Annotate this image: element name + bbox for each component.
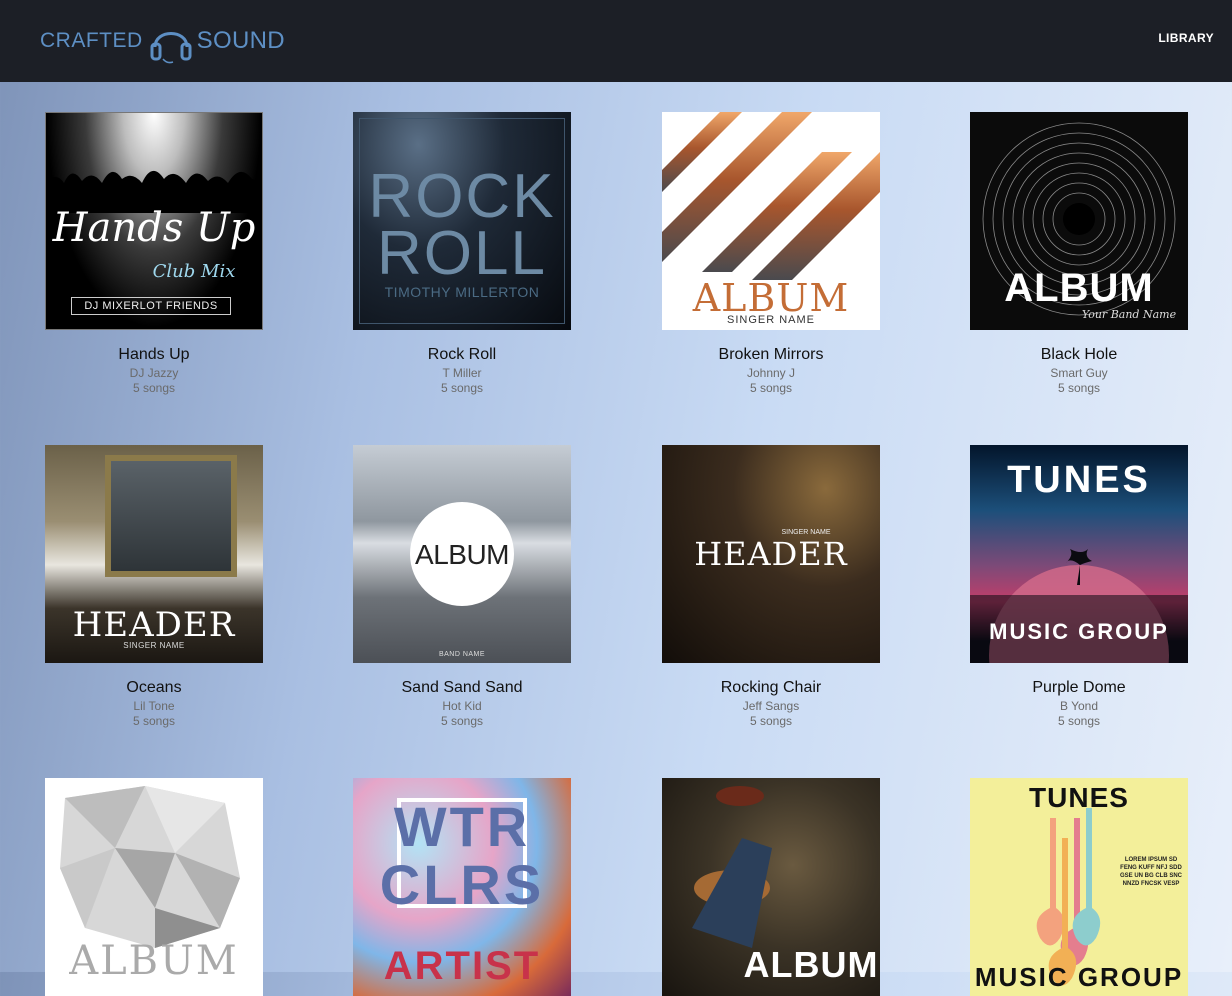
album-song-count: 5 songs <box>440 714 484 728</box>
album-song-count: 5 songs <box>132 381 176 395</box>
album-card-rock-roll[interactable]: ROCK ROLL TIMOTHY MILLERTON Rock Roll T … <box>353 112 571 396</box>
cover-text-title: ALBUM <box>69 938 239 984</box>
album-card-hands-up[interactable]: Hands Up Club Mix DJ MIXERLOT FRIENDS Ha… <box>45 112 263 396</box>
album-cover[interactable]: SINGER NAME HEADER <box>662 445 880 663</box>
album-artist: Hot Kid <box>442 699 482 713</box>
album-card-row3-3[interactable]: ALBUM <box>662 778 880 996</box>
album-song-count: 5 songs <box>1057 381 1101 395</box>
album-song-count: 5 songs <box>749 381 793 395</box>
album-artist: Lil Tone <box>133 699 175 713</box>
album-cover[interactable]: TUNES MUSIC GROUP <box>970 445 1188 663</box>
cover-text-artist: MUSIC GROUP <box>989 619 1169 644</box>
cover-text-artist: SINGER NAME <box>123 641 185 650</box>
album-card-oceans[interactable]: HEADER SINGER NAME Oceans Lil Tone 5 son… <box>45 445 263 729</box>
cover-text-title-2: CLRS <box>379 853 545 916</box>
logo-word-crafted: CRAFTED <box>40 29 143 52</box>
album-title: Rocking Chair <box>720 679 822 696</box>
cover-text-title: TUNES <box>1007 459 1151 501</box>
album-card-purple-dome[interactable]: TUNES MUSIC GROUP Purple Dome B Yond 5 s… <box>970 445 1188 729</box>
album-cover[interactable]: WTR CLRS ARTIST <box>353 778 571 996</box>
album-song-count: 5 songs <box>132 714 176 728</box>
album-title: Black Hole <box>1040 346 1118 363</box>
cover-text-artist: ARTIST <box>383 944 541 988</box>
album-cover[interactable]: ALBUM <box>45 778 263 996</box>
album-cover[interactable]: ALBUM <box>662 778 880 996</box>
app-logo[interactable]: CRAFTED SOUND <box>40 16 285 66</box>
cover-text-title: ALBUM <box>1004 266 1154 310</box>
cover-text-title-2: ROLL <box>377 219 547 288</box>
cover-text-artist: SINGER NAME <box>726 314 815 326</box>
cover-art-frame <box>105 455 237 577</box>
crowd-silhouette <box>46 171 262 213</box>
album-song-count: 5 songs <box>1057 714 1101 728</box>
album-card-black-hole[interactable]: ALBUM Your Band Name Black Hole Smart Gu… <box>970 112 1188 396</box>
cover-text-title: TUNES <box>1029 782 1129 813</box>
cover-text-title: ROCK <box>368 162 556 231</box>
album-card-rocking-chair[interactable]: SINGER NAME HEADER Rocking Chair Jeff Sa… <box>662 445 880 729</box>
cover-text-title: HEADER <box>72 605 236 645</box>
album-cover[interactable]: ALBUM Your Band Name <box>970 112 1188 330</box>
cover-text-title: HEADER <box>694 535 848 573</box>
headphones-icon <box>150 32 192 64</box>
album-artist: Jeff Sangs <box>742 699 800 713</box>
cover-text-title: Hands Up <box>52 205 256 251</box>
album-title: Purple Dome <box>1032 679 1126 696</box>
cover-text-title: ALBUM <box>743 944 879 985</box>
album-cover[interactable]: TUNES LOREM IPSUM SD FENG KUFF NFJ SDD G… <box>970 778 1188 996</box>
logo-word-sound: SOUND <box>196 27 285 54</box>
cover-text-artist: Your Band Name <box>1081 308 1177 321</box>
album-cover[interactable]: HEADER SINGER NAME <box>45 445 263 663</box>
top-navigation-bar: CRAFTED SOUND LIBRARY <box>0 0 1232 82</box>
album-title: Rock Roll <box>427 346 497 363</box>
cover-text-artist: DJ MIXERLOT FRIENDS <box>71 297 231 315</box>
album-title: Sand Sand Sand <box>401 679 523 696</box>
cover-text-artist: MUSIC GROUP <box>974 962 1184 992</box>
album-artist: Smart Guy <box>1050 366 1108 380</box>
cover-text-title: WTR <box>393 795 531 858</box>
album-card-broken-mirrors[interactable]: ALBUM SINGER NAME Broken Mirrors Johnny … <box>662 112 880 396</box>
cover-text-body: LOREM IPSUM SD FENG KUFF NFJ SDD GSE UN … <box>1119 857 1182 887</box>
album-card-row3-1[interactable]: ALBUM <box>45 778 263 996</box>
album-title: Broken Mirrors <box>718 346 824 363</box>
album-cover[interactable]: ROCK ROLL TIMOTHY MILLERTON <box>353 112 571 330</box>
cover-text-title: ALBUM <box>415 539 509 570</box>
album-cover[interactable]: ALBUM SINGER NAME <box>662 112 880 330</box>
album-card-sand-sand-sand[interactable]: ALBUM BAND NAME Sand Sand Sand Hot Kid 5… <box>353 445 571 729</box>
cover-text-subtitle: Club Mix <box>152 261 236 282</box>
album-song-count: 5 songs <box>440 381 484 395</box>
album-cover[interactable]: ALBUM BAND NAME <box>353 445 571 663</box>
album-cover[interactable]: Hands Up Club Mix DJ MIXERLOT FRIENDS <box>45 112 263 330</box>
album-title: Oceans <box>126 679 182 696</box>
album-artist: B Yond <box>1059 699 1099 713</box>
nav-library-link[interactable]: LIBRARY <box>1158 31 1214 45</box>
album-card-row3-2[interactable]: WTR CLRS ARTIST <box>353 778 571 996</box>
album-title: Hands Up <box>118 346 190 363</box>
album-artist: DJ Jazzy <box>129 366 179 380</box>
cover-text-artist: BAND NAME <box>438 651 486 658</box>
album-artist: Johnny J <box>746 366 796 380</box>
album-artist: T Miller <box>442 366 482 380</box>
album-song-count: 5 songs <box>749 714 793 728</box>
album-card-row3-4[interactable]: TUNES LOREM IPSUM SD FENG KUFF NFJ SDD G… <box>970 778 1188 996</box>
cover-text-artist: TIMOTHY MILLERTON <box>384 284 540 300</box>
